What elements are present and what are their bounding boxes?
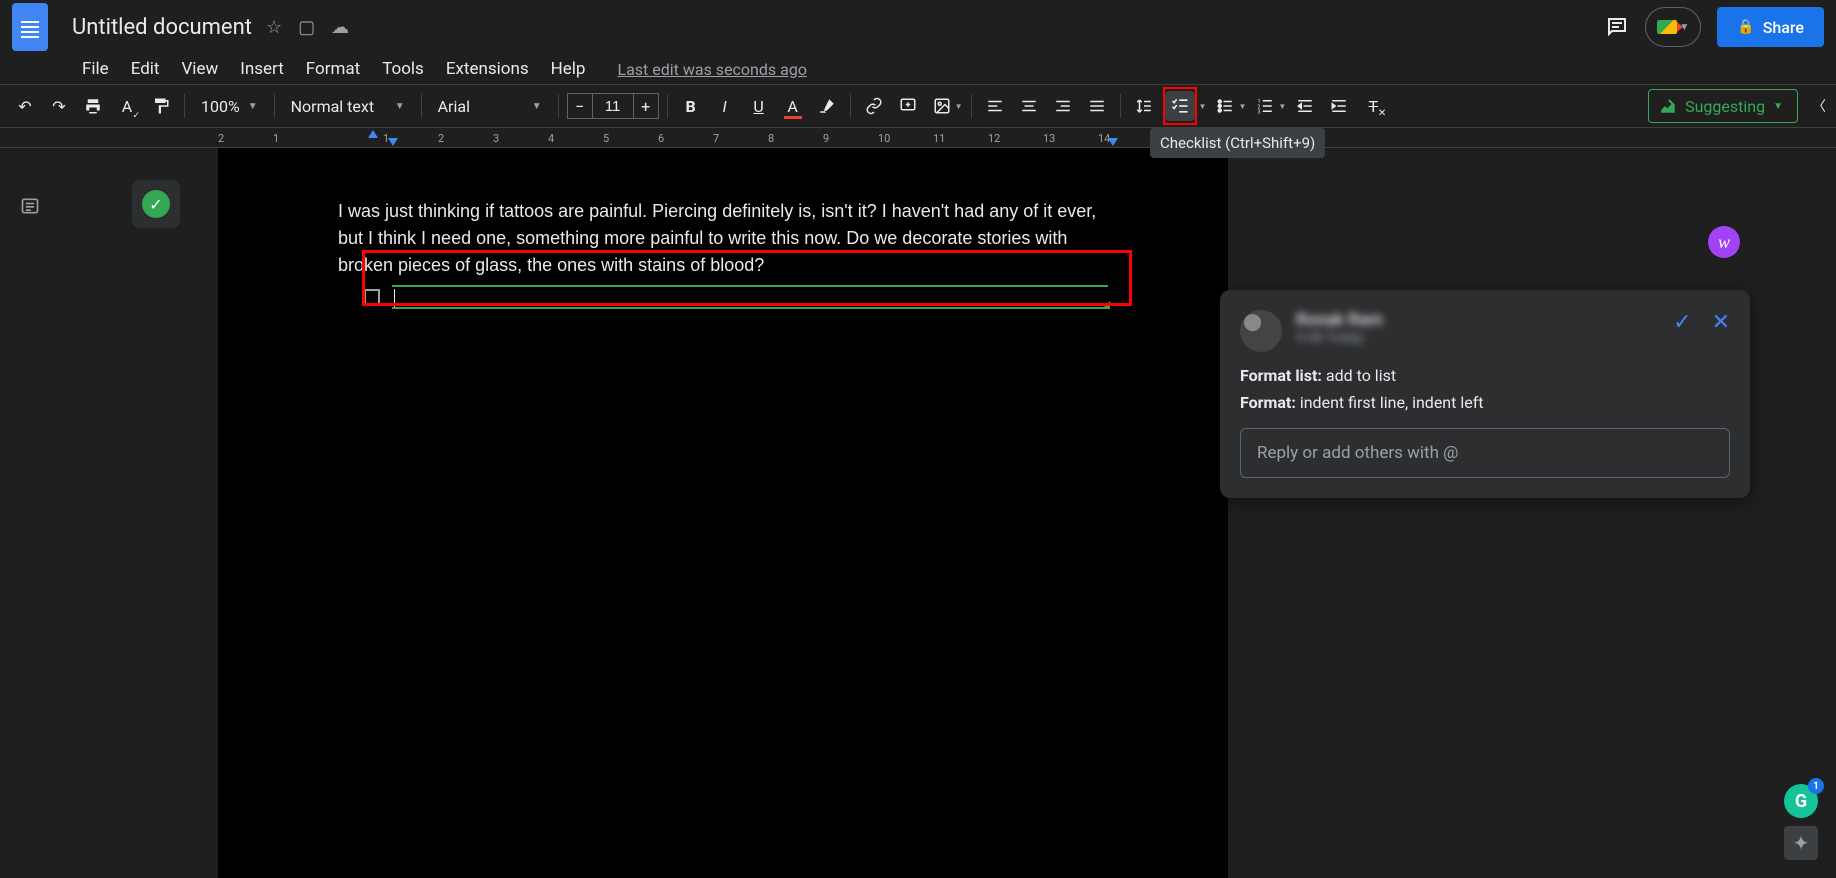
bold-icon[interactable]: B [676,91,706,121]
ruler[interactable]: 2 1 1 2 3 4 5 6 7 8 9 10 11 12 13 14 15 … [0,128,1836,148]
checkbox-icon[interactable] [364,289,380,305]
menu-help[interactable]: Help [541,57,596,81]
mode-suggesting[interactable]: Suggesting ▼ [1648,89,1798,123]
ruler-tick: 5 [603,132,609,145]
decrease-indent-icon[interactable] [1290,91,1320,121]
suggestion-time: 9:48 Today [1296,330,1659,346]
bulleted-list-icon[interactable] [1210,91,1240,121]
align-right-icon[interactable] [1048,91,1078,121]
suggestion-card: Ronak Ram 9:48 Today ✓ ✕ Format list: ad… [1220,290,1750,498]
explore-icon[interactable]: ✦ [1784,826,1818,860]
suggestion-line-2: Format: indent first line, indent left [1240,393,1730,412]
align-center-icon[interactable] [1014,91,1044,121]
font-family-select[interactable]: Arial▼ [430,91,550,121]
comment-history-icon[interactable] [1605,15,1629,39]
align-justify-icon[interactable] [1082,91,1112,121]
last-edit-link[interactable]: Last edit was seconds ago [617,60,806,79]
menu-file[interactable]: File [72,57,119,81]
grammarly-icon[interactable]: G1 [1784,784,1818,818]
ruler-tick: 2 [438,132,444,145]
font-size-decrease[interactable]: − [567,93,593,119]
align-left-icon[interactable] [980,91,1010,121]
redo-icon[interactable]: ↷ [44,91,74,121]
svg-text:3: 3 [1258,110,1261,116]
accept-suggestion-icon[interactable]: ✓ [1673,310,1691,335]
suggestion-author-name: Ronak Ram [1296,310,1659,330]
suggestion-author-avatar[interactable] [1240,310,1282,352]
zoom-select[interactable]: 100%▼ [193,91,266,121]
hide-menus-icon[interactable]: 〈 [1812,96,1826,116]
ruler-tick: 12 [988,132,1000,145]
line-spacing-icon[interactable] [1129,91,1159,121]
menu-bar: File Edit View Insert Format Tools Exten… [0,54,1836,84]
star-icon[interactable]: ☆ [266,17,282,38]
share-label: Share [1763,18,1804,37]
lock-icon: 🔒 [1737,19,1754,35]
ruler-tick: 11 [933,132,945,145]
checklist-text-line[interactable] [392,285,1108,309]
paint-format-icon[interactable] [146,91,176,121]
reject-suggestion-icon[interactable]: ✕ [1712,310,1730,335]
spellcheck-icon[interactable]: A✓ [112,91,142,121]
ruler-tick: 2 [218,132,224,145]
ruler-tick: 4 [548,132,554,145]
ruler-tick: 13 [1043,132,1055,145]
menu-view[interactable]: View [171,57,228,81]
checklist-highlight [1163,87,1197,125]
document-title[interactable]: Untitled document [72,15,252,40]
print-icon[interactable] [78,91,108,121]
ruler-tick: 7 [713,132,719,145]
reply-input[interactable]: Reply or add others with @ [1240,428,1730,478]
checklist-item[interactable] [364,285,1108,309]
menu-extensions[interactable]: Extensions [436,57,539,81]
right-indent-marker[interactable] [1108,138,1118,146]
insert-link-icon[interactable] [859,91,889,121]
font-size-control: − + [567,93,659,119]
insert-image-icon[interactable] [927,91,957,121]
undo-icon[interactable]: ↶ [10,91,40,121]
menu-insert[interactable]: Insert [230,57,294,81]
docs-home-icon[interactable] [12,3,48,51]
checklist-icon[interactable] [1165,91,1195,121]
numbered-list-icon[interactable]: 123 [1250,91,1280,121]
menu-tools[interactable]: Tools [372,57,434,81]
ruler-tick: 3 [493,132,499,145]
document-page[interactable]: I was just thinking if tattoos are painf… [218,148,1228,878]
suggestion-line-1: Format list: add to list [1240,366,1730,385]
left-indent-marker[interactable] [388,138,398,146]
ruler-tick: 10 [878,132,890,145]
add-comment-icon[interactable] [893,91,923,121]
clear-formatting-icon[interactable]: T✕ [1358,91,1388,121]
menu-format[interactable]: Format [296,57,370,81]
collaborator-avatar[interactable]: w [1708,226,1740,258]
font-size-input[interactable] [593,93,633,119]
document-paragraph[interactable]: I was just thinking if tattoos are painf… [338,198,1108,279]
toolbar: ↶ ↷ A✓ 100%▼ Normal text▼ Arial▼ − + B I… [0,84,1836,128]
menu-edit[interactable]: Edit [121,57,170,81]
move-icon[interactable]: ▢ [298,17,315,38]
italic-icon[interactable]: I [710,91,740,121]
tooltip-checklist: Checklist (Ctrl+Shift+9) [1150,128,1325,158]
increase-indent-icon[interactable] [1324,91,1354,121]
highlight-icon[interactable] [812,91,842,121]
text-color-icon[interactable]: A [778,91,808,121]
underline-icon[interactable]: U [744,91,774,121]
ruler-tick: 8 [768,132,774,145]
ruler-tick: 9 [823,132,829,145]
cloud-status-icon[interactable]: ☁ [331,17,349,38]
ruler-tick: 6 [658,132,664,145]
first-line-indent-marker[interactable] [368,130,378,138]
checklist-dropdown-icon[interactable]: ▼ [1199,102,1207,111]
mode-label: Suggesting [1685,97,1765,116]
paragraph-style-select[interactable]: Normal text▼ [283,91,413,121]
grammarly-badge: 1 [1808,778,1824,794]
share-button[interactable]: 🔒 Share [1717,7,1824,47]
font-size-increase[interactable]: + [633,93,659,119]
ruler-tick: 1 [273,132,279,145]
title-bar: Untitled document ☆ ▢ ☁ ▼ 🔒 Share [0,0,1836,54]
meet-button[interactable]: ▼ [1645,7,1701,47]
